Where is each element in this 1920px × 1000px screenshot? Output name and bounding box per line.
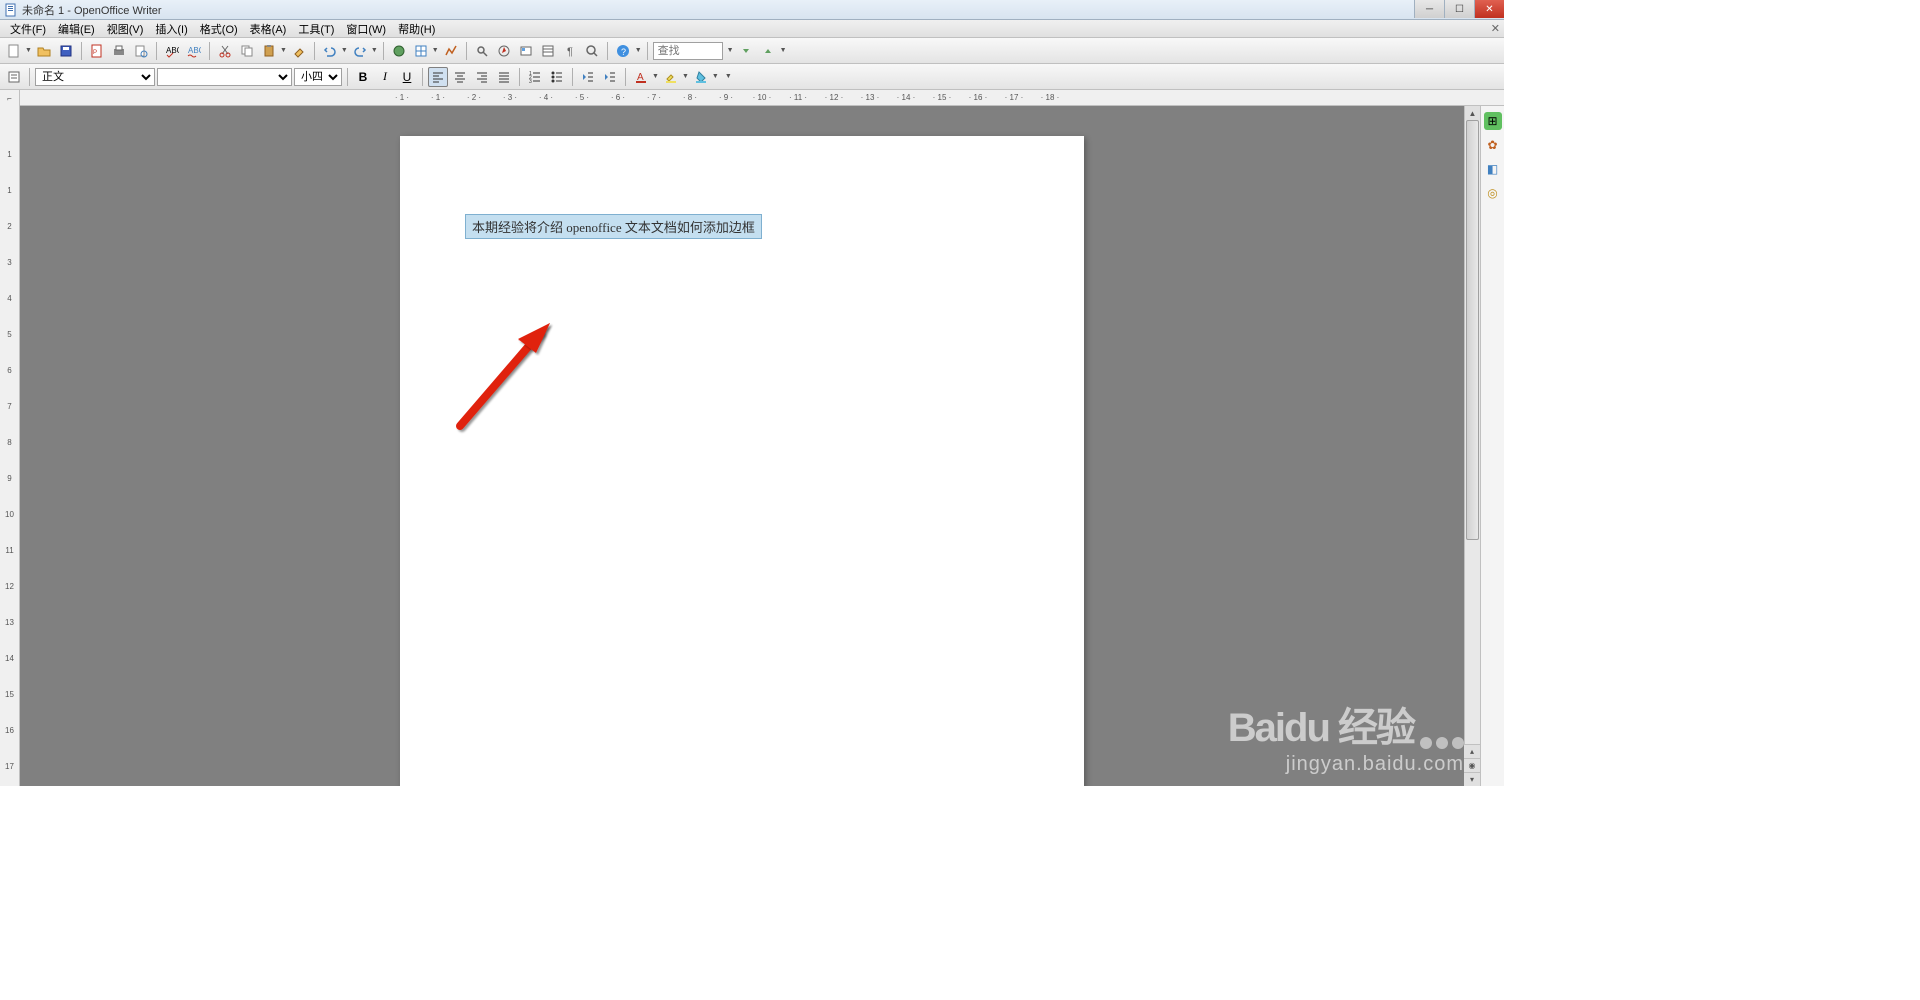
nav-object-button[interactable]: ◉ <box>1464 758 1480 772</box>
data-sources-button[interactable] <box>538 41 558 61</box>
decrease-indent-button[interactable] <box>578 67 598 87</box>
zoom-button[interactable] <box>582 41 602 61</box>
highlight-button[interactable]: ▼ <box>661 67 689 87</box>
align-left-button[interactable] <box>428 67 448 87</box>
menu-insert[interactable]: 插入(I) <box>149 19 193 39</box>
svg-text:3: 3 <box>529 79 532 84</box>
maximize-button[interactable]: ☐ <box>1444 0 1474 18</box>
navigator-button[interactable] <box>494 41 514 61</box>
find-replace-button[interactable] <box>472 41 492 61</box>
italic-button[interactable]: I <box>375 67 395 87</box>
menu-table[interactable]: 表格(A) <box>244 19 293 39</box>
help-button[interactable]: ? <box>613 41 633 61</box>
horizontal-ruler[interactable]: · 1 · · 1 · · 2 · · 3 · · 4 · · 5 · · 6 … <box>20 90 1504 105</box>
show-draw-button[interactable] <box>441 41 461 61</box>
vertical-scrollbar[interactable]: ▲ ▼ <box>1464 106 1480 786</box>
underline-button[interactable]: U <box>397 67 417 87</box>
watermark: Baidu 经验 jingyan.baidu.com <box>1228 695 1464 776</box>
undo-button[interactable]: ▼ <box>320 41 348 61</box>
sidebar-styles-icon[interactable]: ✿ <box>1484 136 1502 154</box>
menu-tools[interactable]: 工具(T) <box>292 19 340 39</box>
font-color-button[interactable]: A▼ <box>631 67 659 87</box>
font-name-combo[interactable] <box>157 68 292 86</box>
print-preview-button[interactable] <box>131 41 151 61</box>
export-pdf-button[interactable]: P <box>87 41 107 61</box>
menu-format[interactable]: 格式(O) <box>194 19 244 39</box>
standard-toolbar: ▼ P ABC ABC ▼ ▼ ▼ ▼ ¶ ? ▼ ▼ ▼ <box>0 38 1504 64</box>
paragraph-style-combo[interactable]: 正文 <box>35 68 155 86</box>
menu-window[interactable]: 窗口(W) <box>340 19 392 39</box>
save-button[interactable] <box>56 41 76 61</box>
bold-button[interactable]: B <box>353 67 373 87</box>
nav-prev-button[interactable]: ▴ <box>1464 744 1480 758</box>
document-icon <box>4 3 18 17</box>
formatting-toolbar: 正文 小四 B I U 123 A▼ ▼ ▼ ▼ <box>0 64 1504 90</box>
scroll-up-button[interactable]: ▲ <box>1465 106 1480 120</box>
paw-icon <box>1420 737 1464 749</box>
gallery-button[interactable] <box>516 41 536 61</box>
fmt-overflow-icon[interactable]: ▼ <box>725 73 732 80</box>
justify-button[interactable] <box>494 67 514 87</box>
sidebar-navigator-icon[interactable]: ◎ <box>1484 184 1502 202</box>
svg-text:?: ? <box>621 47 626 57</box>
menu-file[interactable]: 文件(F) <box>4 19 52 39</box>
background-color-button[interactable]: ▼ <box>691 67 719 87</box>
svg-text:ABC: ABC <box>188 46 201 55</box>
redo-button[interactable]: ▼ <box>350 41 378 61</box>
svg-text:P: P <box>93 50 97 56</box>
page[interactable]: 本期经验将介绍 openoffice 文本文档如何添加边框 <box>400 136 1084 786</box>
window-title: 未命名 1 - OpenOffice Writer <box>22 2 162 18</box>
selected-text[interactable]: 本期经验将介绍 openoffice 文本文档如何添加边框 <box>465 214 762 239</box>
paste-button[interactable]: ▼ <box>259 41 287 61</box>
watermark-url: jingyan.baidu.com <box>1228 753 1464 776</box>
menu-help[interactable]: 帮助(H) <box>392 19 441 39</box>
close-document-button[interactable]: ✕ <box>1491 22 1500 35</box>
increase-indent-button[interactable] <box>600 67 620 87</box>
align-center-button[interactable] <box>450 67 470 87</box>
numbering-button[interactable]: 123 <box>525 67 545 87</box>
align-right-button[interactable] <box>472 67 492 87</box>
ruler-row: ⌐ · 1 · · 1 · · 2 · · 3 · · 4 · · 5 · · … <box>0 90 1504 106</box>
close-button[interactable]: ✕ <box>1474 0 1504 18</box>
print-button[interactable] <box>109 41 129 61</box>
table-button[interactable]: ▼ <box>411 41 439 61</box>
styles-button[interactable] <box>4 67 24 87</box>
minimize-button[interactable]: ─ <box>1414 0 1444 18</box>
watermark-logo: Baidu 经验 <box>1228 695 1414 753</box>
open-button[interactable] <box>34 41 54 61</box>
search-input[interactable] <box>653 42 723 60</box>
copy-button[interactable] <box>237 41 257 61</box>
menu-edit[interactable]: 编辑(E) <box>52 19 101 39</box>
format-paintbrush-button[interactable] <box>289 41 309 61</box>
sidebar-gallery-icon[interactable]: ◧ <box>1484 160 1502 178</box>
svg-text:¶: ¶ <box>567 46 573 58</box>
menu-view[interactable]: 视图(V) <box>101 19 150 39</box>
scroll-thumb[interactable] <box>1466 120 1479 540</box>
hyperlink-button[interactable] <box>389 41 409 61</box>
nav-next-button[interactable]: ▾ <box>1464 772 1480 786</box>
window-controls: ─ ☐ ✕ <box>1414 0 1504 18</box>
menu-bar: 文件(F) 编辑(E) 视图(V) 插入(I) 格式(O) 表格(A) 工具(T… <box>0 20 1504 38</box>
font-size-combo[interactable]: 小四 <box>294 68 342 86</box>
side-panel: ⊞ ✿ ◧ ◎ <box>1480 106 1504 786</box>
title-bar: 未命名 1 - OpenOffice Writer ─ ☐ ✕ <box>0 0 1504 20</box>
nav-buttons: ▴ ◉ ▾ <box>1464 744 1480 786</box>
search-dropdown-icon[interactable]: ▼ <box>727 47 734 54</box>
bullets-button[interactable] <box>547 67 567 87</box>
auto-spellcheck-button[interactable]: ABC <box>184 41 204 61</box>
main-area: 11234567891011121314151617 本期经验将介绍 openo… <box>0 106 1504 786</box>
ruler-corner: ⌐ <box>0 90 20 106</box>
cut-button[interactable] <box>215 41 235 61</box>
nonprinting-button[interactable]: ¶ <box>560 41 580 61</box>
document-area[interactable]: 本期经验将介绍 openoffice 文本文档如何添加边框 Baidu 经验 j… <box>20 106 1504 786</box>
search-up-button[interactable] <box>758 41 778 61</box>
sidebar-properties-icon[interactable]: ⊞ <box>1484 112 1502 130</box>
spellcheck-button[interactable]: ABC <box>162 41 182 61</box>
new-button[interactable]: ▼ <box>4 41 32 61</box>
search-overflow-icon[interactable]: ▼ <box>780 47 787 54</box>
vertical-ruler[interactable]: 11234567891011121314151617 <box>0 106 20 786</box>
search-down-button[interactable] <box>736 41 756 61</box>
toolbar-overflow-icon[interactable]: ▼ <box>635 47 642 54</box>
